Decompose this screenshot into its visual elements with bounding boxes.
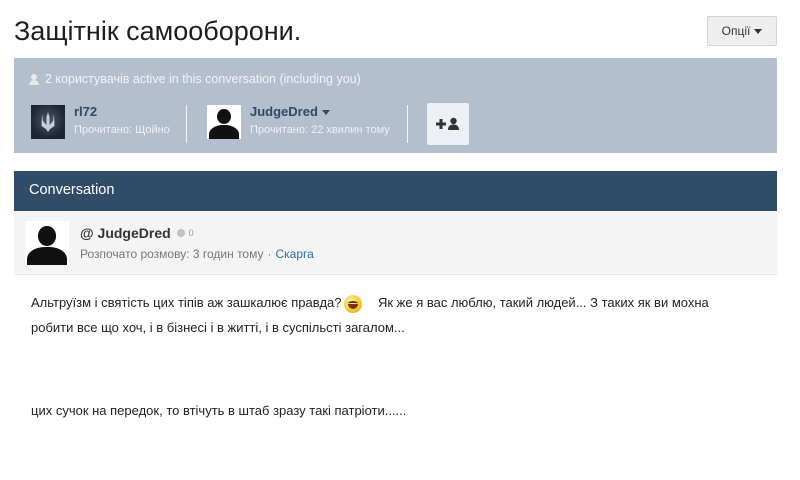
options-label: Опції xyxy=(721,24,751,38)
conversation-title: Conversation xyxy=(29,182,115,198)
post-header: @ JudgeDred 0 Розпочато розмову: 3 годин… xyxy=(14,211,777,275)
post-text-1a: Альтруїзм і святість цих тіпів аж зашкал… xyxy=(31,295,342,310)
divider xyxy=(186,105,187,143)
caret-down-icon xyxy=(754,28,763,34)
page-title: Защітнік самооборони. xyxy=(14,16,302,46)
divider xyxy=(407,105,408,143)
post-body: Альтруїзм і святість цих тіпів аж зашкал… xyxy=(31,290,771,340)
reputation-dot-icon xyxy=(176,229,185,237)
chevron-down-icon xyxy=(321,110,330,116)
post-meta: Розпочато розмову: 3 годин тому · Скарга xyxy=(80,247,314,261)
participants-header: 2 користувачів active in this conversati… xyxy=(29,72,361,86)
report-link[interactable]: Скарга xyxy=(276,247,314,261)
post-author: @ JudgeDred 0 xyxy=(80,225,194,241)
avatar[interactable] xyxy=(31,105,65,139)
participants-count-text: 2 користувачів active in this conversati… xyxy=(45,72,361,86)
conversation-header-bar: Conversation xyxy=(14,171,777,211)
member-seen-status: Прочитано: 22 хвилин тому xyxy=(250,124,390,136)
meta-separator: · xyxy=(267,247,272,261)
member-name[interactable]: rl72 xyxy=(74,104,97,119)
smiley-icon xyxy=(343,294,362,313)
trident-emblem-icon xyxy=(41,112,55,132)
post-text-1b: Як же я вас люблю, такий людей... З таки… xyxy=(377,295,709,310)
post-line-2: робити все що хоч, і в бізнесі і в житті… xyxy=(31,320,405,335)
reputation-count: 0 xyxy=(188,228,194,238)
member-name: JudgeDred xyxy=(250,104,318,119)
member-seen-status: Прочитано: Щойно xyxy=(74,124,170,136)
user-icon xyxy=(29,73,39,85)
post-author-name[interactable]: @ JudgeDred xyxy=(80,225,171,241)
add-participant-button[interactable] xyxy=(427,103,469,145)
add-user-icon xyxy=(436,117,459,130)
post-line-3: цих сучок на передок, то втічуть в штаб … xyxy=(31,403,407,418)
options-button[interactable]: Опції xyxy=(707,16,777,46)
post-author-avatar[interactable] xyxy=(25,221,69,265)
post-line-1: Альтруїзм і святість цих тіпів аж зашкал… xyxy=(31,290,771,315)
post-started-text: Розпочато розмову: 3 годин тому xyxy=(80,247,264,261)
member-name-menu[interactable]: JudgeDred xyxy=(250,104,330,119)
avatar[interactable] xyxy=(207,105,241,139)
participants-panel: 2 користувачів active in this conversati… xyxy=(14,58,777,153)
